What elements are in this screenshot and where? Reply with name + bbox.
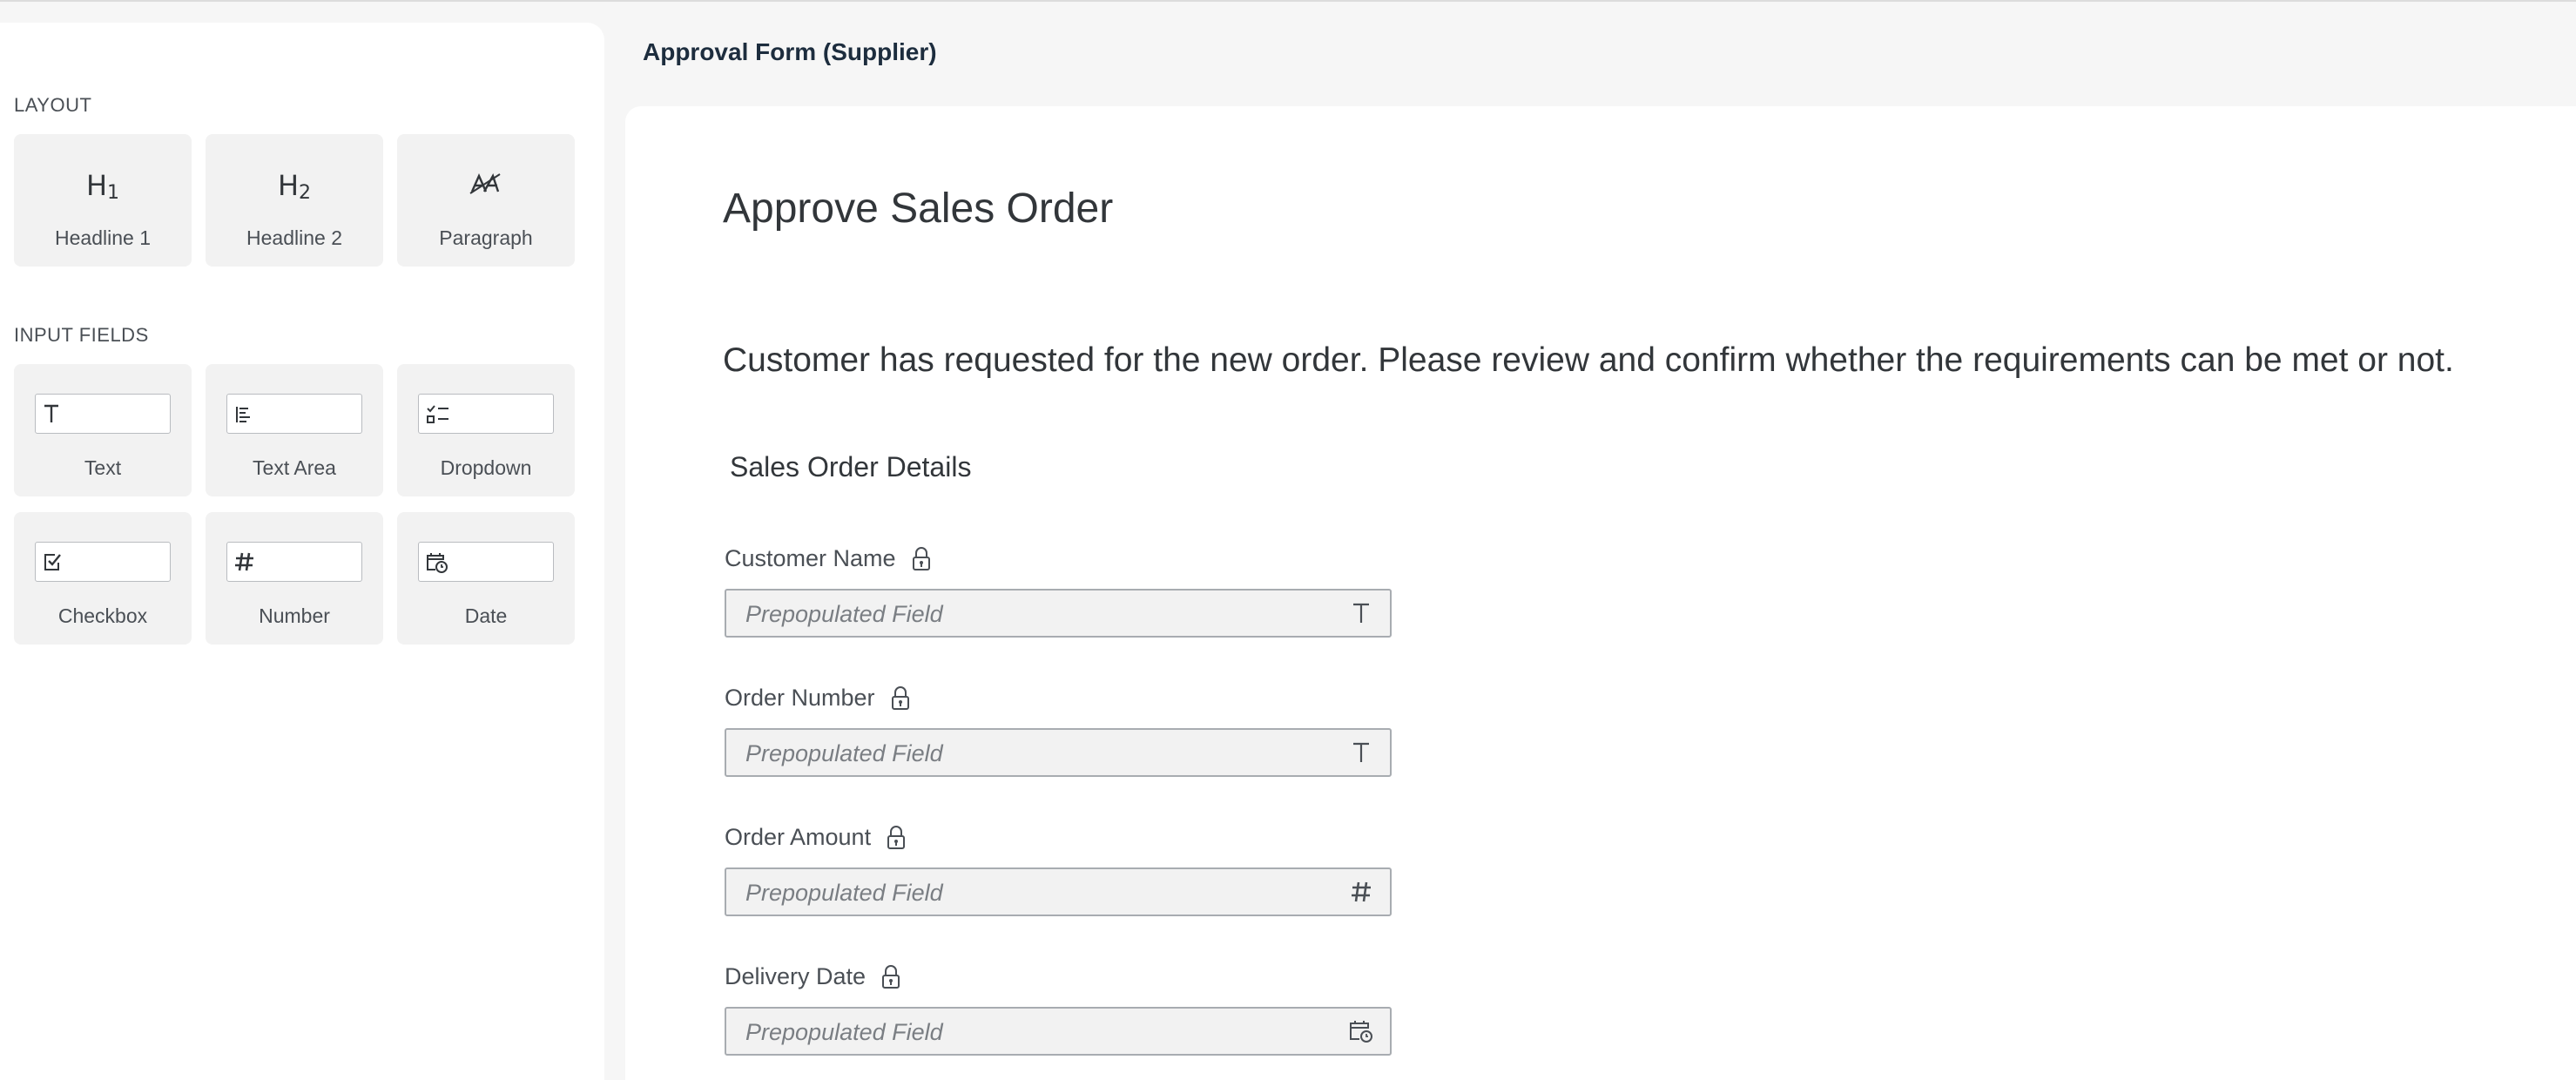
field-label-text: Delivery Date [725,963,867,989]
top-border [0,0,2576,2]
field-value: Prepopulated Field [745,1019,943,1045]
text-type-icon [1348,599,1374,627]
tile-label: Date [464,604,508,627]
palette-tile-checkbox[interactable]: Checkbox [14,512,192,645]
form-paragraph[interactable]: Customer has requested for the new order… [723,341,2454,380]
tile-label: Headline 1 [55,226,151,249]
layout-section-title: LAYOUT [14,94,92,116]
palette-tile-dropdown[interactable]: Dropdown [397,364,575,496]
headline-2-glyph: H [277,169,300,202]
tile-label: Headline 2 [246,226,342,249]
section-headline[interactable]: Sales Order Details [730,451,971,483]
lock-icon [881,964,900,990]
tile-label: Paragraph [439,226,533,249]
field-value: Prepopulated Field [745,880,943,906]
form-headline[interactable]: Approve Sales Order [723,185,1113,233]
order-amount-field[interactable]: Prepopulated Field [725,867,1392,916]
text-type-icon [1348,739,1374,766]
headline-1-icon: H1 [14,169,192,204]
customer-name-label: Customer Name [725,545,931,572]
form-header-title: Approval Form (Supplier) [643,38,937,65]
lock-icon [912,546,931,572]
headline-1-glyph-sub: 1 [107,182,120,204]
order-number-label: Order Number [725,685,910,712]
tile-label: Text [84,456,122,479]
headline-1-glyph: H [85,169,108,202]
number-type-icon [1348,878,1374,906]
form-canvas: Approve Sales Order Customer has request… [625,106,2576,1080]
palette-tile-headline-2[interactable]: H2 Headline 2 [206,134,383,267]
tile-label: Number [259,604,330,627]
order-amount-label: Order Amount [725,824,906,851]
palette-tile-headline-1[interactable]: H1 Headline 1 [14,134,192,267]
field-label-text: Order Amount [725,824,872,850]
lock-icon [887,825,906,851]
field-value: Prepopulated Field [745,740,943,766]
paragraph-icon [397,169,575,206]
palette-tile-number[interactable]: Number [206,512,383,645]
tile-label: Dropdown [440,456,532,479]
checkbox-icon [35,542,171,582]
dropdown-icon [418,394,554,434]
order-number-field[interactable]: Prepopulated Field [725,728,1392,777]
input-fields-section-title: INPUT FIELDS [14,324,149,346]
date-type-icon [1348,1017,1374,1045]
headline-2-glyph-sub: 2 [299,182,312,204]
element-palette-sidebar: LAYOUT H1 Headline 1 H2 Headline 2 Parag… [0,23,604,1080]
palette-tile-text[interactable]: Text [14,364,192,496]
text-field-icon [35,394,171,434]
date-icon [418,542,554,582]
customer-name-field[interactable]: Prepopulated Field [725,589,1392,638]
palette-tile-date[interactable]: Date [397,512,575,645]
tile-label: Checkbox [57,604,148,627]
headline-2-icon: H2 [206,169,383,204]
delivery-date-label: Delivery Date [725,963,900,990]
field-label-text: Customer Name [725,545,896,571]
field-label-text: Order Number [725,685,875,711]
number-icon [226,542,362,582]
tile-label: Text Area [253,456,336,479]
text-area-icon [226,394,362,434]
lock-icon [891,685,910,712]
palette-tile-paragraph[interactable]: Paragraph [397,134,575,267]
palette-tile-text-area[interactable]: Text Area [206,364,383,496]
delivery-date-field[interactable]: Prepopulated Field [725,1007,1392,1056]
field-value: Prepopulated Field [745,601,943,627]
